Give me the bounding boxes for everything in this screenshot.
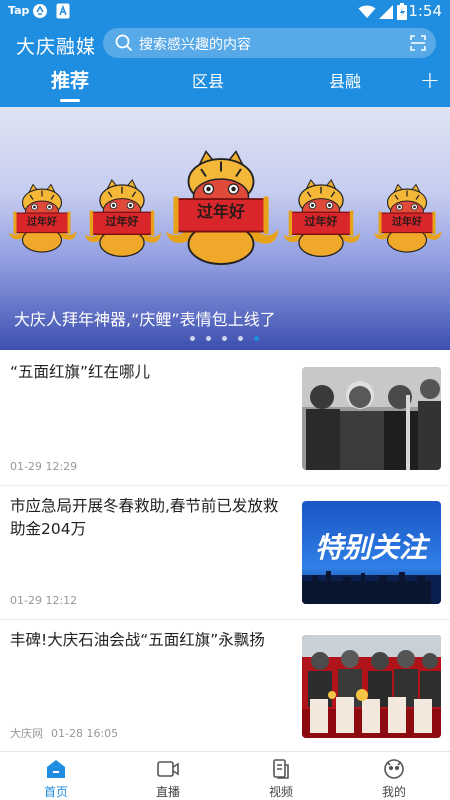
nav-home[interactable]: 首页 xyxy=(0,752,112,800)
news-item[interactable]: “五面红旗”红在哪儿 01-29 12:29 xyxy=(0,352,450,486)
signal-icon xyxy=(379,4,393,23)
news-time: 01-28 16:05 xyxy=(51,727,119,740)
sync-icon xyxy=(32,3,48,23)
carousel-dot[interactable] xyxy=(206,336,211,341)
nav-profile-label: 我的 xyxy=(381,785,406,799)
banner-caption: 大庆人拜年神器,“庆鲤”表情包上线了 xyxy=(14,310,276,329)
banner-carousel[interactable]: 过年好 过年好 过年好 过年好 过年好 大庆人拜年神器,“庆鲤”表情包上线了 xyxy=(0,107,450,350)
nav-live[interactable]: 直播 xyxy=(112,752,224,800)
add-channel-icon[interactable]: + xyxy=(420,68,440,92)
carousel-dot[interactable] xyxy=(190,336,195,341)
live-camera-icon xyxy=(156,758,180,780)
app-bar: 大庆融媒 搜索感兴趣的内容 xyxy=(0,28,450,60)
home-icon xyxy=(44,758,68,780)
news-thumbnail xyxy=(302,367,441,470)
carousel-dot[interactable] xyxy=(222,336,227,341)
news-meta: 01-29 12:29 xyxy=(10,460,77,473)
news-meta: 01-29 12:12 xyxy=(10,594,77,607)
news-source: 大庆网 xyxy=(10,727,43,740)
news-time: 01-29 12:29 xyxy=(10,460,78,473)
header: Tap 1:54 大庆融媒 搜索感兴趣的内容 推荐 区县 县融 + xyxy=(0,0,450,107)
video-icon xyxy=(269,758,293,780)
nav-home-label: 首页 xyxy=(43,785,68,799)
banner-mascot-text: 过年好 xyxy=(197,202,245,221)
status-bar: Tap 1:54 xyxy=(0,0,450,24)
tab-recommend[interactable]: 推荐 xyxy=(25,66,115,93)
banner-mascot-text: 过年好 xyxy=(305,214,338,228)
tab-districts[interactable]: 区县 xyxy=(163,68,253,92)
search-bar[interactable]: 搜索感兴趣的内容 xyxy=(103,28,436,58)
search-icon xyxy=(115,34,133,56)
status-app-label: Tap xyxy=(8,4,30,17)
battery-icon xyxy=(397,3,407,24)
news-meta: 大庆网 01-28 16:05 xyxy=(10,725,118,741)
banner-mascot-text: 过年好 xyxy=(27,215,57,228)
news-thumbnail xyxy=(302,635,441,738)
profile-icon xyxy=(382,758,406,780)
tab-county-media[interactable]: 县融 xyxy=(300,68,390,92)
nav-video[interactable]: 视频 xyxy=(225,752,337,800)
nav-video-label: 视频 xyxy=(268,785,293,799)
news-item[interactable]: 丰碑!大庆石油会战“五面红旗”永飘扬 大庆网 01-28 16:05 xyxy=(0,620,450,754)
channel-tabs: 推荐 区县 县融 + xyxy=(0,64,450,107)
banner-mascot-text: 过年好 xyxy=(106,214,139,228)
nav-live-label: 直播 xyxy=(155,785,180,799)
bottom-navigation: 首页 直播 视频 我的 xyxy=(0,751,450,800)
nav-profile[interactable]: 我的 xyxy=(338,752,450,800)
wifi-icon xyxy=(358,4,376,23)
active-tab-indicator xyxy=(60,99,80,102)
news-item[interactable]: 市应急局开展冬春救助,春节前已发放救助金204万 01-29 12:12 特别关… xyxy=(0,486,450,620)
notification-a-icon xyxy=(56,3,70,23)
carousel-dot[interactable] xyxy=(238,336,243,341)
news-thumbnail: 特别关注 xyxy=(302,501,441,604)
thumb-text: 特别关注 xyxy=(315,531,431,564)
search-placeholder: 搜索感兴趣的内容 xyxy=(139,37,251,53)
banner-mascot-text: 过年好 xyxy=(392,215,422,228)
news-title: 市应急局开展冬春救助,春节前已发放救助金204万 xyxy=(10,497,279,538)
scan-icon[interactable] xyxy=(410,35,426,55)
status-time: 1:54 xyxy=(408,2,442,20)
news-title: “五面红旗”红在哪儿 xyxy=(10,363,151,381)
app-logo: 大庆融媒 xyxy=(16,36,97,58)
carousel-dot-active[interactable] xyxy=(254,336,259,341)
news-title: 丰碑!大庆石油会战“五面红旗”永飘扬 xyxy=(10,631,265,649)
news-time: 01-29 12:12 xyxy=(10,594,78,607)
